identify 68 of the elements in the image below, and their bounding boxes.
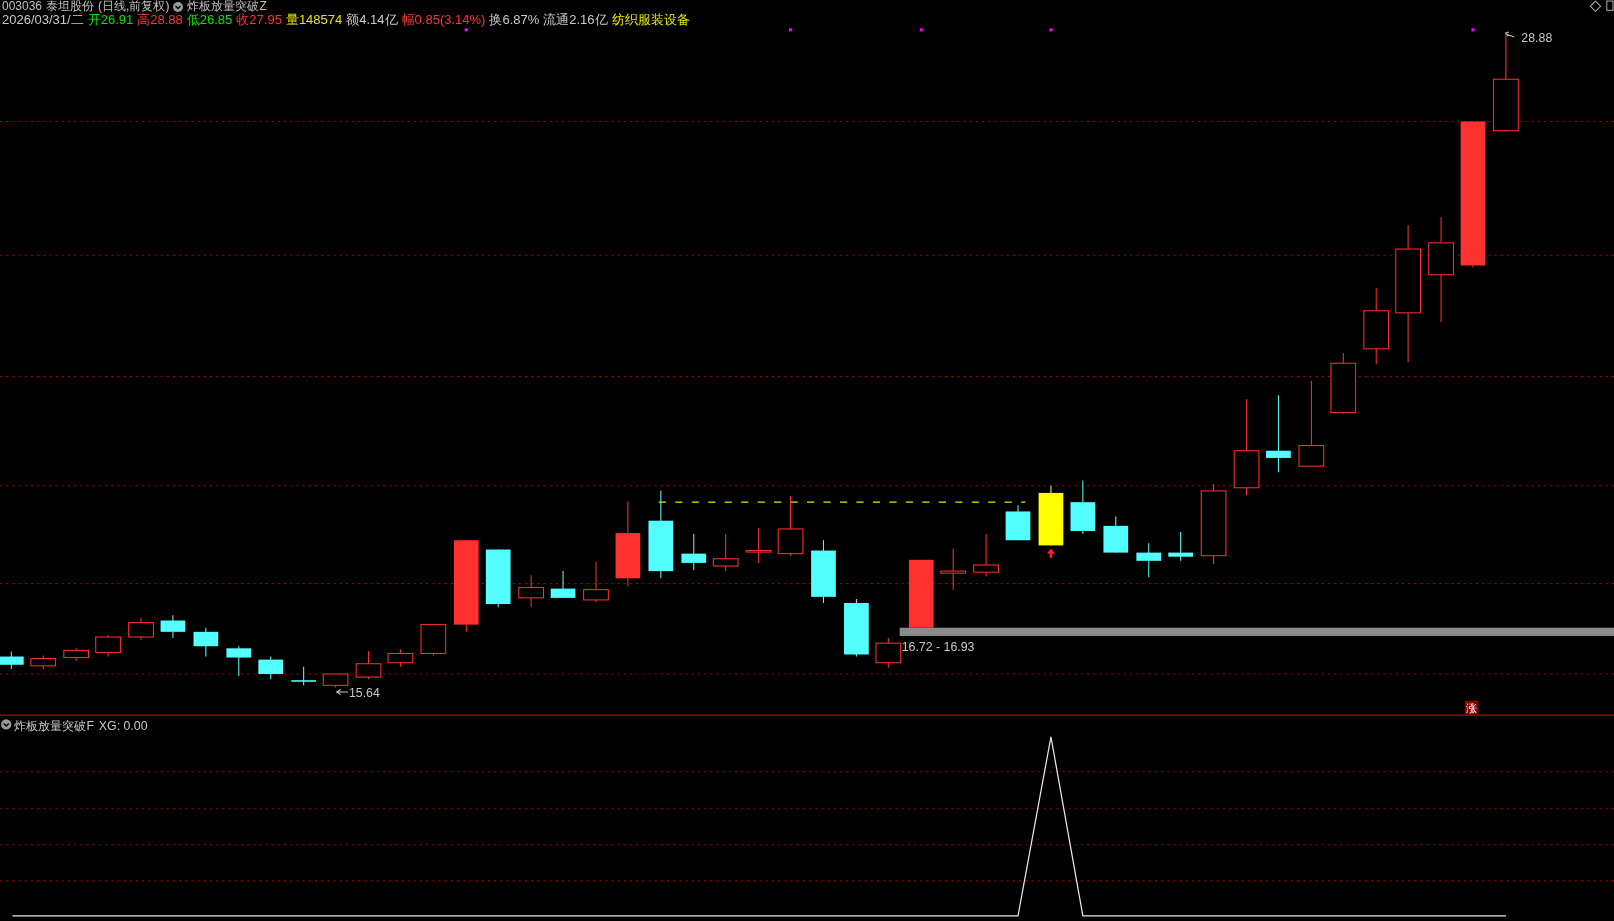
candlestick xyxy=(160,614,186,639)
quote-field: 2026/03/31/二 xyxy=(2,12,84,27)
candlestick xyxy=(387,648,414,668)
candlestick xyxy=(518,574,544,608)
candlestick xyxy=(1330,352,1357,415)
stock-name: 泰坦股份 xyxy=(46,0,95,13)
signal-marker xyxy=(464,28,468,32)
chart-period: (日线,前复权) xyxy=(98,0,170,13)
indicator-name: 炸板放量突破Z xyxy=(187,0,267,13)
candlestick xyxy=(908,559,934,629)
low-price-label: 15.64 xyxy=(348,685,380,700)
quote-field: 幅0.85(3.14%) xyxy=(401,12,486,27)
candlestick xyxy=(95,634,121,658)
candlestick xyxy=(226,645,252,677)
diamond-icon[interactable] xyxy=(1589,0,1602,13)
signal-marker xyxy=(919,28,923,32)
high-price-label: 28.88 xyxy=(1521,31,1553,46)
candlestick xyxy=(322,673,349,688)
quote-field: 高28.88 xyxy=(137,12,183,27)
quote-field: 低26.85 xyxy=(186,12,233,27)
quote-field: 换6.87% xyxy=(489,12,540,27)
candlestick xyxy=(973,533,999,577)
candlestick xyxy=(128,616,154,641)
candlestick xyxy=(1103,516,1129,554)
candlestick xyxy=(355,650,382,680)
dropdown-icon[interactable] xyxy=(1,719,12,730)
indicator-name: 炸板放量突破F xyxy=(14,718,94,733)
indicator-reading: XG: 0.00 xyxy=(98,718,148,733)
candlestick xyxy=(1005,504,1031,541)
signal-marker xyxy=(789,28,793,32)
quote-field: 流通2.16亿 xyxy=(543,12,608,27)
candlestick xyxy=(1070,480,1096,535)
candlestick xyxy=(291,666,316,686)
candlestick xyxy=(940,547,967,591)
candlestick xyxy=(875,637,902,669)
signal-marker xyxy=(1049,28,1053,32)
candlestick xyxy=(681,533,707,571)
signal-marker xyxy=(1471,28,1475,32)
candlestick xyxy=(420,624,447,657)
arrow-icon xyxy=(335,688,349,696)
candlestick xyxy=(193,627,219,658)
high-marker-icon xyxy=(1505,31,1515,38)
candlestick xyxy=(811,539,836,604)
candlestick xyxy=(485,549,511,608)
dropdown-icon[interactable] xyxy=(173,1,184,12)
candlestick xyxy=(63,647,90,662)
candlestick xyxy=(550,570,576,599)
candlestick xyxy=(258,656,284,680)
candlestick xyxy=(1038,485,1064,546)
stock-code: 003036 xyxy=(2,0,43,13)
candlestick xyxy=(844,598,869,658)
candlestick xyxy=(30,655,57,670)
quote-field: 量148574 xyxy=(285,12,343,27)
candlestick xyxy=(583,561,609,603)
candlestick xyxy=(0,650,24,670)
quote-field: 额4.14亿 xyxy=(346,12,398,27)
candlestick xyxy=(1136,542,1162,578)
panel-icon[interactable] xyxy=(1606,0,1614,11)
price-range-label: 16.72 - 16.93 xyxy=(901,640,975,655)
candlestick xyxy=(745,527,772,564)
quote-field: 收27.95 xyxy=(236,12,282,27)
quote-field: 开26.91 xyxy=(87,12,134,27)
candlestick xyxy=(1168,531,1193,562)
limit-up-tag: 涨 xyxy=(1464,700,1479,715)
quote-field: 纺织服装设备 xyxy=(611,12,690,27)
candlestick xyxy=(712,533,739,572)
up-arrow-icon xyxy=(1046,548,1056,558)
candlestick xyxy=(777,495,804,557)
